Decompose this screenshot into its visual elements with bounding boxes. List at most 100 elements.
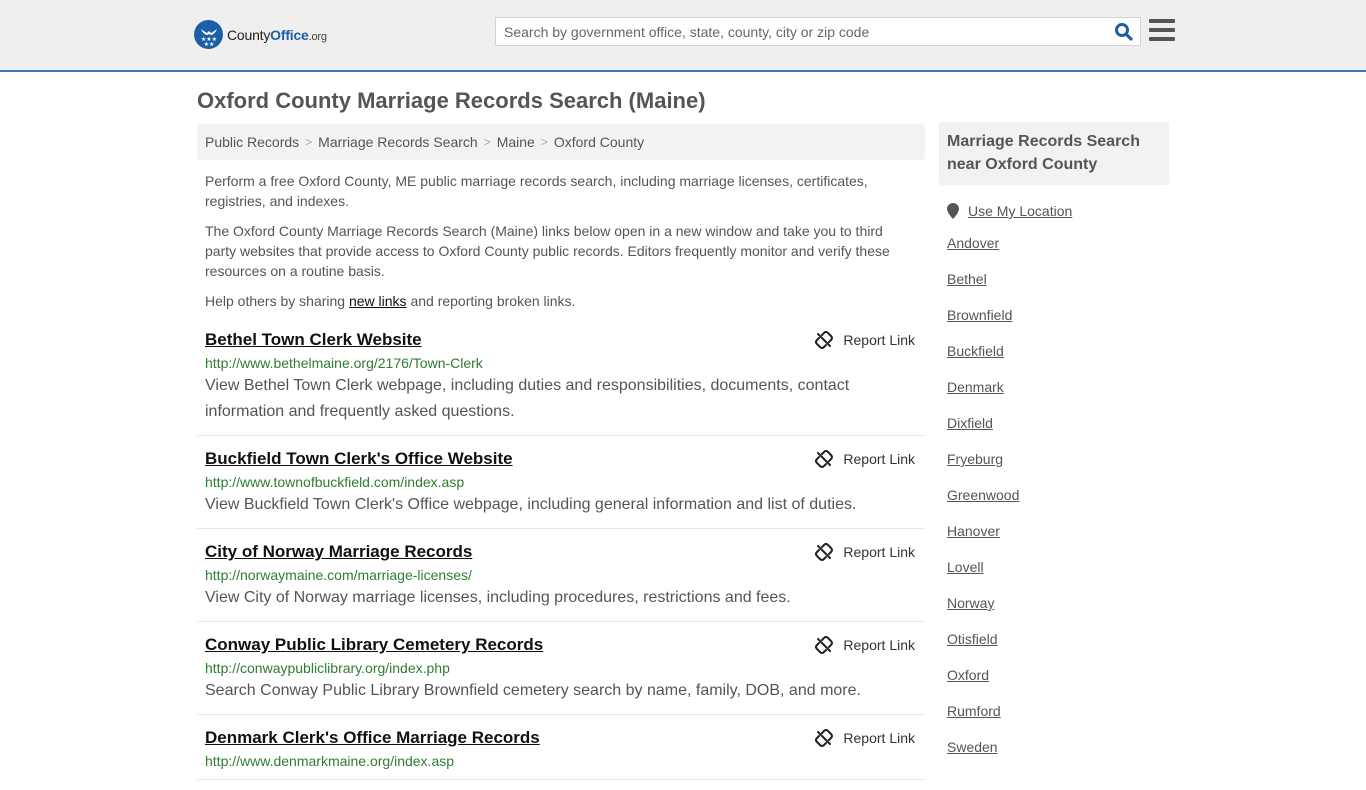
report-link-label: Report Link [843,730,915,746]
city-list-item: Andover [947,235,1169,271]
result-description: View City of Norway marriage licenses, i… [205,589,791,606]
page-title: Oxford County Marriage Records Search (M… [197,88,706,113]
hamburger-bar [1149,19,1175,23]
result-item: Bethel Town Clerk Website Report Link http… [197,327,925,436]
site-header: ★★★ ★★ CountyOffice.org [0,0,1366,72]
search-icon [1115,23,1133,41]
breadcrumb-public-records[interactable]: Public Records [205,134,299,150]
report-link-label: Report Link [843,637,915,653]
nearby-cities-list: Andover Bethel Brownfield Buckfield Denmark D… [939,235,1169,775]
breadcrumb-separator: > [305,135,313,149]
use-my-location-link[interactable]: Use My Location [968,203,1072,219]
city-link[interactable]: Rumford [947,703,1001,719]
breadcrumb-separator: > [540,135,548,149]
breadcrumb: Public Records > Marriage Records Search… [197,124,925,160]
intro-paragraph: Help others by sharing new links and rep… [205,291,917,311]
result-url[interactable]: http://www.townofbuckfield.com/index.asp [205,474,917,490]
report-link-button[interactable]: Report Link [815,636,915,654]
site-logo[interactable]: ★★★ ★★ CountyOffice.org [194,20,327,49]
search-bar [495,17,1141,46]
city-list-item: Oxford [947,667,1169,703]
broken-link-icon [815,331,834,349]
broken-link-icon [815,636,834,654]
city-list-item: Hanover [947,523,1169,559]
result-description: Search Conway Public Library Brownfield … [205,682,861,699]
city-link[interactable]: Dixfield [947,415,993,431]
city-link[interactable]: Buckfield [947,343,1004,359]
city-link[interactable]: Sweden [947,739,998,755]
city-list-item: Rumford [947,703,1169,739]
city-link[interactable]: Andover [947,235,999,251]
result-item: City of Norway Marriage Records Report Li… [197,539,925,622]
hamburger-bar [1149,28,1175,32]
hamburger-menu-button[interactable] [1149,19,1175,41]
result-title-link[interactable]: City of Norway Marriage Records [205,542,472,562]
result-url[interactable]: http://www.bethelmaine.org/2176/Town-Cle… [205,355,917,371]
result-title-link[interactable]: Buckfield Town Clerk's Office Website [205,449,513,469]
logo-wordmark: CountyOffice.org [227,27,327,43]
city-link[interactable]: Otisfield [947,631,998,647]
city-link[interactable]: Brownfield [947,307,1012,323]
city-list-item: Dixfield [947,415,1169,451]
map-pin-icon [947,203,959,219]
city-list-item: Buckfield [947,343,1169,379]
logo-text-county: County [227,26,271,43]
report-link-button[interactable]: Report Link [815,450,915,468]
city-link[interactable]: Bethel [947,271,987,287]
intro-paragraph: The Oxford County Marriage Records Searc… [205,223,890,279]
result-url[interactable]: http://www.denmarkmaine.org/index.asp [205,753,917,769]
logo-text-office: Office [270,26,309,43]
search-input[interactable] [496,18,1140,45]
report-link-label: Report Link [843,544,915,560]
result-title-link[interactable]: Conway Public Library Cemetery Records [205,635,543,655]
svg-text:★★: ★★ [203,41,214,46]
city-list-item: Fryeburg [947,451,1169,487]
city-list-item: Denmark [947,379,1169,415]
city-link[interactable]: Oxford [947,667,989,683]
city-list-item: Bethel [947,271,1169,307]
city-link[interactable]: Norway [947,595,994,611]
sidebar: Marriage Records Search near Oxford Coun… [939,122,1169,775]
results-list: Bethel Town Clerk Website Report Link http… [197,327,925,790]
city-list-item: Brownfield [947,307,1169,343]
new-links-link[interactable]: new links [349,293,407,309]
city-link[interactable]: Hanover [947,523,1000,539]
result-url[interactable]: http://norwaymaine.com/marriage-licenses… [205,567,917,583]
report-link-button[interactable]: Report Link [815,543,915,561]
intro-text-fragment: Help others by sharing [205,293,349,309]
result-title-link[interactable]: Denmark Clerk's Office Marriage Records [205,728,540,748]
result-item: Buckfield Town Clerk's Office Website Rep… [197,446,925,529]
city-link[interactable]: Lovell [947,559,984,575]
result-title-link[interactable]: Bethel Town Clerk Website [205,330,422,350]
result-item: Denmark Clerk's Office Marriage Records R… [197,725,925,780]
breadcrumb-maine[interactable]: Maine [497,134,535,150]
breadcrumb-oxford-county[interactable]: Oxford County [554,134,644,150]
report-link-label: Report Link [843,332,915,348]
result-url[interactable]: http://conwaypubliclibrary.org/index.php [205,660,917,676]
city-list-item: Otisfield [947,631,1169,667]
city-list-item: Norway [947,595,1169,631]
city-link[interactable]: Fryeburg [947,451,1003,467]
city-link[interactable]: Greenwood [947,487,1019,503]
sidebar-heading: Marriage Records Search near Oxford Coun… [939,122,1169,185]
broken-link-icon [815,729,834,747]
result-item: Conway Public Library Cemetery Records Re… [197,632,925,715]
logo-text-org: .org [308,30,327,43]
report-link-label: Report Link [843,451,915,467]
report-link-button[interactable]: Report Link [815,729,915,747]
hamburger-bar [1149,37,1175,41]
broken-link-icon [815,543,834,561]
result-description: View Bethel Town Clerk webpage, includin… [205,377,850,420]
city-link[interactable]: Denmark [947,379,1004,395]
breadcrumb-marriage-records[interactable]: Marriage Records Search [318,134,478,150]
intro-text-fragment: and reporting broken links. [406,293,576,309]
intro-text: Perform a free Oxford County, ME public … [205,171,917,321]
report-link-button[interactable]: Report Link [815,331,915,349]
eagle-stars-icon: ★★★ ★★ [194,20,223,49]
intro-paragraph: Perform a free Oxford County, ME public … [205,173,868,209]
search-button[interactable] [1114,22,1134,42]
result-description: View Buckfield Town Clerk's Office webpa… [205,496,857,513]
city-list-item: Greenwood [947,487,1169,523]
broken-link-icon [815,450,834,468]
city-list-item: Lovell [947,559,1169,595]
